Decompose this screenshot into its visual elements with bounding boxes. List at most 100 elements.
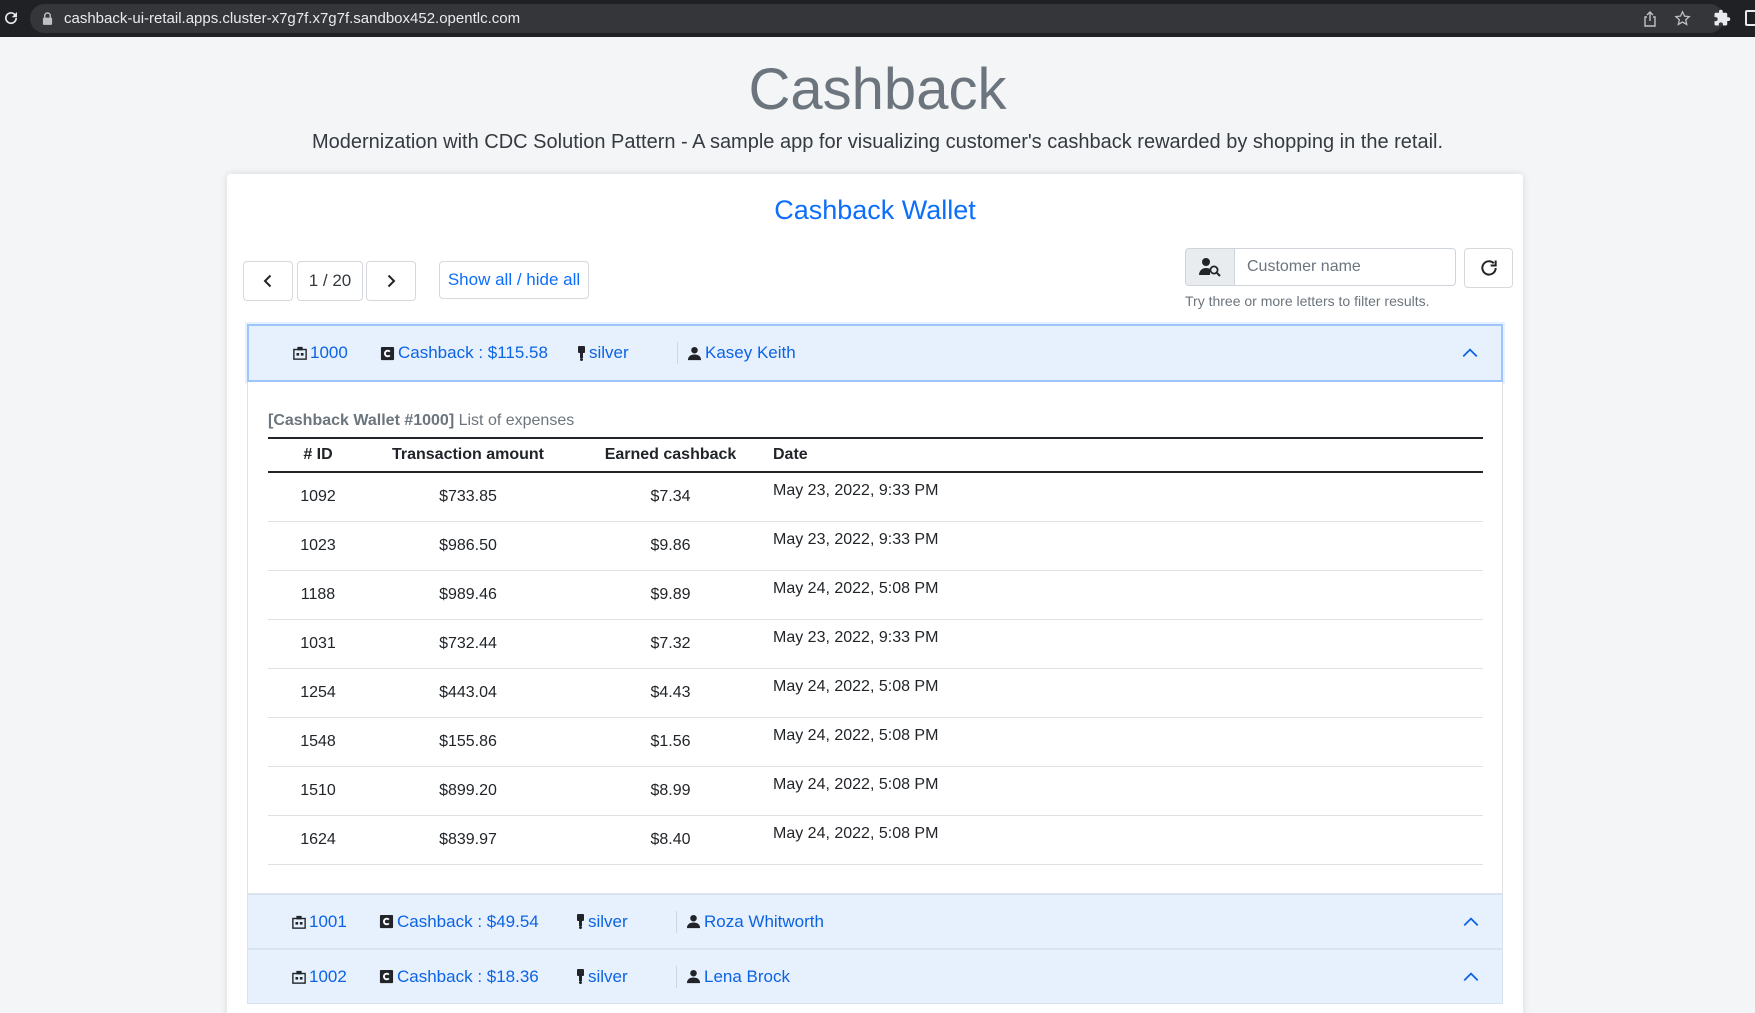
- cell-cashback: $4.43: [568, 668, 773, 718]
- table-row: 1188 $989.46 $9.89 May 24, 2022, 5:08 PM: [268, 570, 1483, 620]
- wallet-accordion-header[interactable]: 1001 Cashback : $49.54 silver Roza Whitw…: [247, 894, 1503, 949]
- cashback-icon: [380, 346, 395, 360]
- cell-cashback: $9.86: [568, 521, 773, 571]
- cell-amount: $155.86: [368, 717, 568, 767]
- header-divider: [677, 342, 678, 364]
- table-row: 1092 $733.85 $7.34 May 23, 2022, 9:33 PM: [268, 472, 1483, 522]
- wallet-tier: silver: [576, 967, 628, 987]
- wallet-tier: silver: [576, 912, 628, 932]
- chevron-up-icon: [1463, 916, 1479, 926]
- card-title: Cashback Wallet: [774, 195, 976, 225]
- cell-date: May 24, 2022, 5:08 PM: [773, 766, 1483, 816]
- wallet-expenses-panel: [Cashback Wallet #1000] List of expenses…: [247, 382, 1503, 894]
- customer-name-input[interactable]: [1234, 248, 1456, 286]
- cell-id: 1510: [268, 766, 368, 816]
- wallet-id: 1000: [293, 343, 348, 363]
- cell-id: 1624: [268, 815, 368, 865]
- column-header-transaction-amount: Transaction amount: [391, 446, 545, 463]
- wallet-accordion-header[interactable]: 1002 Cashback : $18.36 silver Lena Brock: [247, 949, 1503, 1004]
- wallet-cashback: Cashback : $49.54: [379, 912, 539, 932]
- cell-date: May 24, 2022, 5:08 PM: [773, 570, 1483, 620]
- person-search-icon: [1199, 258, 1221, 277]
- cell-amount: $733.85: [368, 472, 568, 522]
- reload-icon[interactable]: [2, 9, 20, 27]
- header-divider: [676, 965, 677, 988]
- customer-search-group: [1185, 248, 1456, 286]
- cell-date: May 23, 2022, 9:33 PM: [773, 521, 1483, 571]
- wallet-customer: Kasey Keith: [687, 343, 796, 363]
- cell-cashback: $9.89: [568, 570, 773, 620]
- search-hint: Try three or more letters to filter resu…: [1185, 293, 1430, 309]
- wallet-id-icon: [292, 970, 306, 984]
- show-all-hide-all-button[interactable]: Show all / hide all: [439, 261, 589, 299]
- extensions-puzzle-icon[interactable]: [1713, 9, 1731, 27]
- cashback-icon: [379, 914, 394, 929]
- cell-cashback: $8.40: [568, 815, 773, 865]
- cell-amount: $732.44: [368, 619, 568, 669]
- wallet-id: 1002: [292, 967, 347, 987]
- wallet-id: 1001: [292, 912, 347, 932]
- table-header-row: # ID Transaction amount Earned cashback …: [268, 438, 1483, 472]
- expenses-caption: [Cashback Wallet #1000] List of expenses: [268, 412, 575, 429]
- cell-id: 1023: [268, 521, 368, 571]
- cell-amount: $899.20: [368, 766, 568, 816]
- share-icon[interactable]: [1642, 11, 1658, 27]
- cell-date: May 24, 2022, 5:08 PM: [773, 717, 1483, 767]
- table-row: 1023 $986.50 $9.86 May 23, 2022, 9:33 PM: [268, 521, 1483, 571]
- cell-cashback: $8.99: [568, 766, 773, 816]
- cashback-wallet-card: Cashback Wallet 1 / 20 Show all / hide a…: [227, 174, 1523, 1013]
- wallet-id-icon: [293, 346, 307, 360]
- cell-id: 1092: [268, 472, 368, 522]
- tier-badge-icon: [578, 345, 585, 361]
- table-row: 1510 $899.20 $8.99 May 24, 2022, 5:08 PM: [268, 766, 1483, 816]
- cell-amount: $839.97: [368, 815, 568, 865]
- cell-amount: $443.04: [368, 668, 568, 718]
- previous-page-button[interactable]: [243, 261, 293, 301]
- bookmark-star-icon[interactable]: [1674, 10, 1691, 27]
- chevron-up-icon: [1462, 348, 1478, 358]
- browser-toolbar: cashback-ui-retail.apps.cluster-x7g7f.x7…: [0, 0, 1755, 37]
- lock-icon[interactable]: [42, 12, 53, 25]
- cell-date: May 23, 2022, 9:33 PM: [773, 472, 1483, 522]
- column-header-id: # ID: [303, 446, 333, 463]
- search-addon: [1185, 248, 1235, 286]
- url-text[interactable]: cashback-ui-retail.apps.cluster-x7g7f.x7…: [64, 10, 520, 27]
- column-header-earned-cashback: Earned cashback: [604, 446, 737, 463]
- table-row: 1254 $443.04 $4.43 May 24, 2022, 5:08 PM: [268, 668, 1483, 718]
- cell-id: 1254: [268, 668, 368, 718]
- person-icon: [687, 346, 702, 360]
- cell-date: May 23, 2022, 9:33 PM: [773, 619, 1483, 669]
- side-panel-icon[interactable]: [1745, 10, 1755, 26]
- table-row: 1624 $839.97 $8.40 May 24, 2022, 5:08 PM: [268, 815, 1483, 865]
- page-indicator: 1 / 20: [297, 261, 363, 301]
- refresh-button[interactable]: [1464, 248, 1513, 288]
- chevron-up-icon: [1463, 971, 1479, 981]
- address-bar[interactable]: cashback-ui-retail.apps.cluster-x7g7f.x7…: [30, 4, 1724, 33]
- wallet-customer: Roza Whitworth: [686, 912, 824, 932]
- header-divider: [676, 910, 677, 933]
- wallet-cashback: Cashback : $115.58: [380, 343, 548, 363]
- cell-date: May 24, 2022, 5:08 PM: [773, 815, 1483, 865]
- cashback-icon: [379, 969, 394, 984]
- tier-badge-icon: [577, 969, 584, 984]
- chevron-right-icon: [387, 274, 396, 288]
- cell-id: 1548: [268, 717, 368, 767]
- expenses-table: # ID Transaction amount Earned cashback …: [268, 437, 1483, 865]
- cell-id: 1031: [268, 619, 368, 669]
- table-row: 1031 $732.44 $7.32 May 23, 2022, 9:33 PM: [268, 619, 1483, 669]
- cell-cashback: $1.56: [568, 717, 773, 767]
- wallet-accordion-header[interactable]: 1000 Cashback : $115.58 silver Kasey Kei…: [247, 324, 1503, 382]
- cell-amount: $986.50: [368, 521, 568, 571]
- cell-cashback: $7.34: [568, 472, 773, 522]
- cell-cashback: $7.32: [568, 619, 773, 669]
- wallet-customer: Lena Brock: [686, 967, 790, 987]
- person-icon: [686, 914, 701, 929]
- next-page-button[interactable]: [366, 261, 416, 301]
- cell-id: 1188: [268, 570, 368, 620]
- table-row: 1548 $155.86 $1.56 May 24, 2022, 5:08 PM: [268, 717, 1483, 767]
- wallet-tier: silver: [577, 343, 629, 363]
- wallet-cashback: Cashback : $18.36: [379, 967, 539, 987]
- page-title: Cashback: [748, 57, 1007, 122]
- cell-amount: $989.46: [368, 570, 568, 620]
- person-icon: [686, 969, 701, 984]
